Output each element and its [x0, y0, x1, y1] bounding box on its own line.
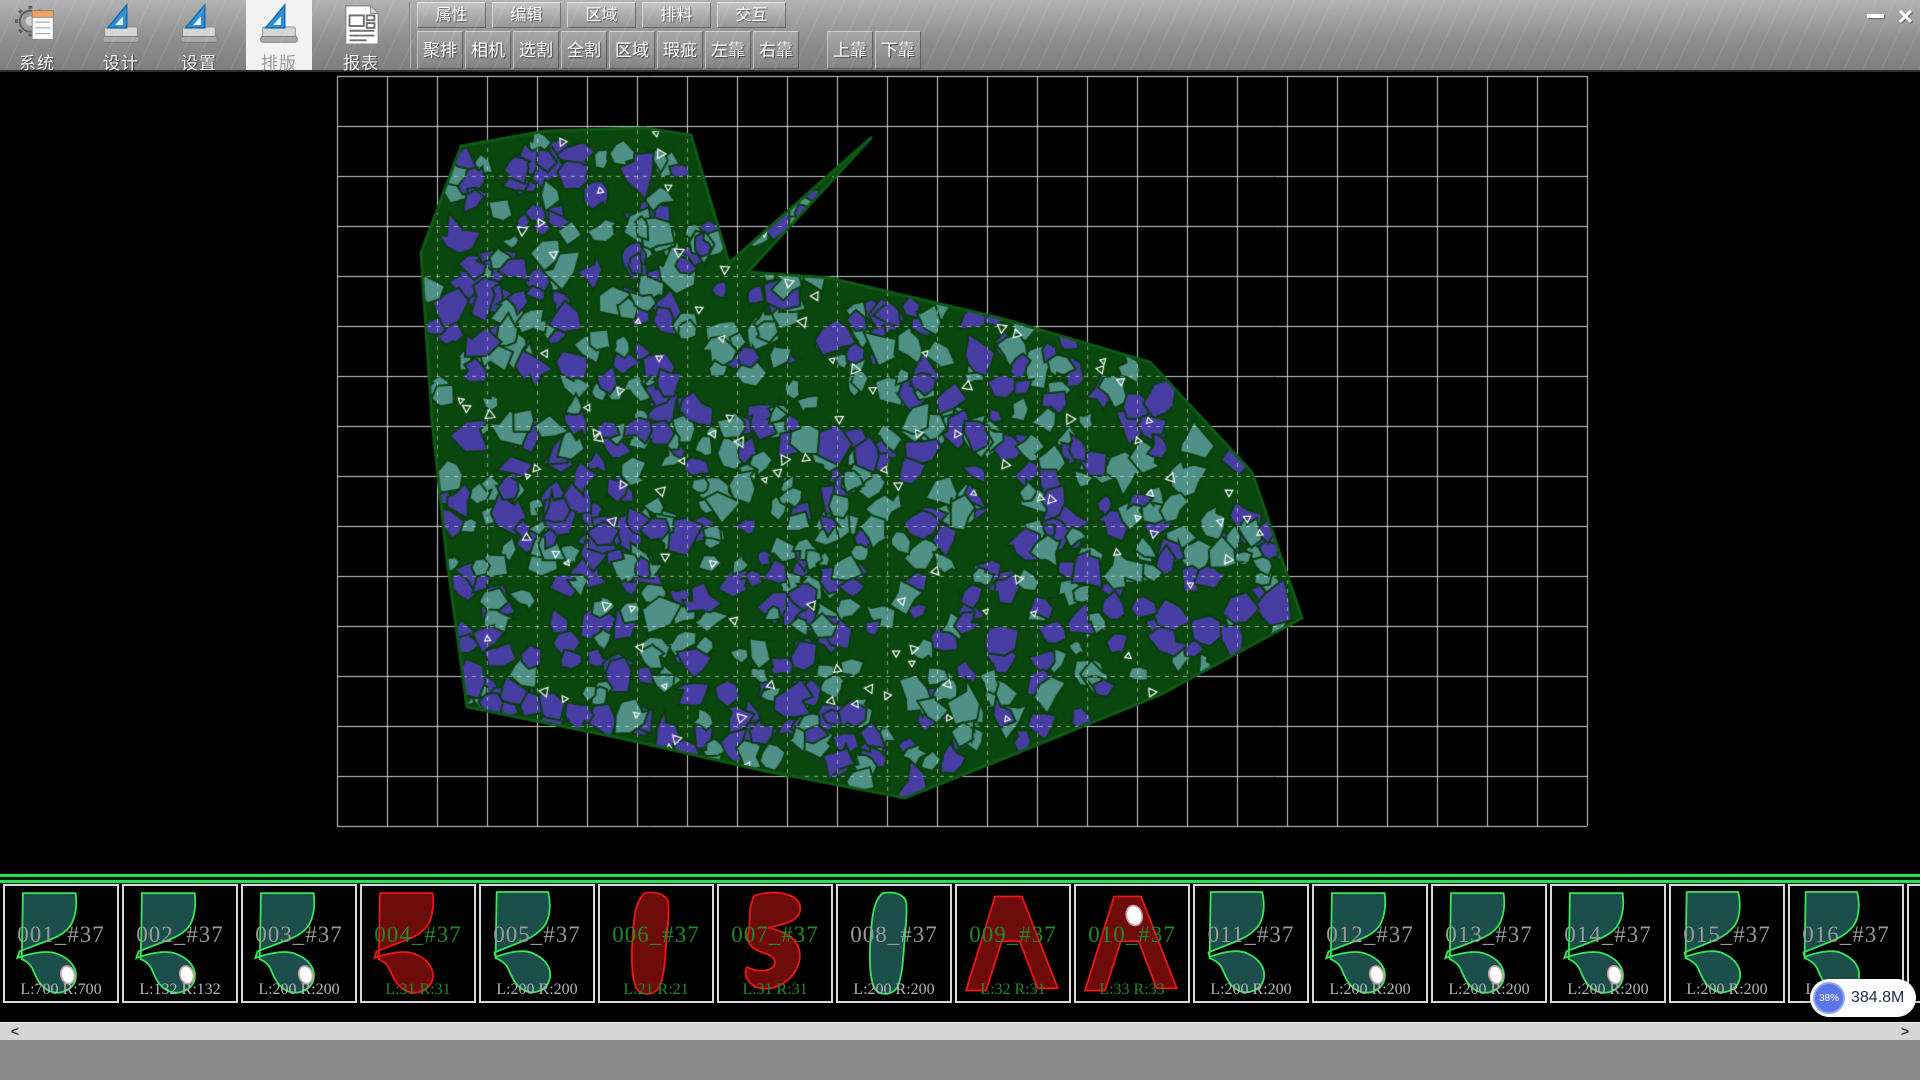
part-id: 010_#37: [1076, 922, 1188, 948]
scroll-left-arrow[interactable]: <: [0, 1023, 30, 1041]
part-id: 011_#37: [1195, 922, 1307, 948]
part-id: 013_#37: [1433, 922, 1545, 948]
tab-3[interactable]: 区域: [567, 2, 636, 28]
action-button-4[interactable]: 全割: [561, 31, 607, 69]
part-lr-count: L:200 R:200: [1552, 981, 1664, 999]
part-thumbnail-3[interactable]: 003_#37 L:200 R:200: [241, 884, 357, 1003]
part-thumbnail-14[interactable]: 014_#37 L:200 R:200: [1550, 884, 1666, 1003]
memory-value: 384.8M: [1851, 989, 1904, 1007]
menu-tabs: 属性编辑区域排料交互: [417, 2, 792, 28]
action-buttons: 聚排相机选割全割区域瑕疵左靠右靠上靠下靠: [417, 31, 923, 69]
part-id: 017_#37: [1909, 922, 1920, 948]
nesting-canvas[interactable]: [0, 72, 1920, 873]
app-button-1[interactable]: 系统: [4, 0, 70, 70]
scroll-right-arrow[interactable]: >: [1890, 1023, 1920, 1041]
part-lr-count: L:200 R:200: [1433, 981, 1545, 999]
tab-4[interactable]: 排料: [642, 2, 711, 28]
part-thumbnail-1[interactable]: 001_#37 L:700 R:700: [3, 884, 119, 1003]
part-lr-count: L:200 R:200: [1195, 981, 1307, 999]
minimize-button[interactable]: [1862, 3, 1889, 28]
tab-1[interactable]: 属性: [417, 2, 486, 28]
design-icon: [98, 2, 144, 48]
memory-badge: 38% 384.8M: [1810, 979, 1916, 1017]
part-id: 014_#37: [1552, 922, 1664, 948]
part-id: 004_#37: [362, 922, 474, 948]
app-button-4[interactable]: 排版: [246, 0, 312, 70]
action-button-5[interactable]: 区域: [609, 31, 655, 69]
part-thumbnail-8[interactable]: 008_#37 L:200 R:200: [836, 884, 952, 1003]
part-lr-count: L:33 R:33: [1076, 981, 1188, 999]
minimize-icon: [1867, 14, 1884, 18]
part-thumbnail-10[interactable]: 010_#37 L:33 R:33: [1074, 884, 1190, 1003]
action-button-7[interactable]: 左靠: [705, 31, 751, 69]
part-id: 009_#37: [957, 922, 1069, 948]
part-thumbnail-11[interactable]: 011_#37 L:200 R:200: [1193, 884, 1309, 1003]
part-thumbnail-15[interactable]: 015_#37 L:200 R:200: [1669, 884, 1785, 1003]
app-label: 排版: [246, 49, 312, 74]
app-label: 设计: [88, 49, 154, 74]
toolbar-divider: [409, 2, 411, 68]
part-id: 012_#37: [1314, 922, 1426, 948]
app-label: 报表: [328, 49, 394, 74]
app-button-5[interactable]: 报表: [328, 0, 394, 70]
part-lr-count: L:200 R:200: [481, 981, 593, 999]
app-button-3[interactable]: 设置: [166, 0, 232, 70]
status-bar: [0, 1040, 1920, 1080]
tab-2[interactable]: 编辑: [492, 2, 561, 28]
part-lr-count: L:200 R:200: [243, 981, 355, 999]
part-thumbnail-2[interactable]: 002_#37 L:132 R:132: [122, 884, 238, 1003]
part-id: 007_#37: [719, 922, 831, 948]
part-lr-count: L:700 R:700: [5, 981, 117, 999]
action-button-2[interactable]: 相机: [465, 31, 511, 69]
close-button[interactable]: ×: [1892, 3, 1919, 28]
part-thumbnail-13[interactable]: 013_#37 L:200 R:200: [1431, 884, 1547, 1003]
layout-icon: [256, 2, 302, 48]
part-id: 016_#37: [1790, 922, 1902, 948]
part-id: 002_#37: [124, 922, 236, 948]
app-label: 设置: [166, 49, 232, 74]
part-lr-count: L:32 R:31: [957, 981, 1069, 999]
part-lr-count: L:31 R:31: [362, 981, 474, 999]
nesting-canvas-area[interactable]: [0, 72, 1920, 873]
part-id: 008_#37: [838, 922, 950, 948]
strip-separator: [0, 873, 1920, 884]
progress-percent: 38%: [1819, 993, 1839, 1004]
part-thumbnail-5[interactable]: 005_#37 L:200 R:200: [479, 884, 595, 1003]
app-button-2[interactable]: 设计: [88, 0, 154, 70]
action-button-10[interactable]: 下靠: [875, 31, 921, 69]
part-thumbnail-6[interactable]: 006_#37 L:21 R:21: [598, 884, 714, 1003]
part-id: 003_#37: [243, 922, 355, 948]
part-thumbnail-7[interactable]: 007_#37 L:31 R:31: [717, 884, 833, 1003]
progress-circle: 38%: [1813, 982, 1845, 1014]
part-thumbnail-12[interactable]: 012_#37 L:200 R:200: [1312, 884, 1428, 1003]
part-lr-count: L:21 R:21: [600, 981, 712, 999]
action-button-8[interactable]: 右靠: [753, 31, 799, 69]
close-icon: ×: [1898, 6, 1913, 26]
horizontal-scrollbar[interactable]: < >: [0, 1022, 1920, 1040]
toolbar: 系统设计设置排版报表 属性编辑区域排料交互 聚排相机选割全割区域瑕疵左靠右靠上靠…: [0, 0, 1920, 72]
part-id: 015_#37: [1671, 922, 1783, 948]
part-lr-count: L:200 R:200: [838, 981, 950, 999]
part-lr-count: L:200 R:200: [1314, 981, 1426, 999]
tab-5[interactable]: 交互: [717, 2, 786, 28]
action-button-9[interactable]: 上靠: [827, 31, 873, 69]
part-lr-count: L:132 R:132: [124, 981, 236, 999]
parts-thumbnail-strip: 001_#37 L:700 R:700 002_#37 L:132 R:132 003_…: [0, 884, 1920, 1003]
part-lr-count: L:200 R:200: [1671, 981, 1783, 999]
part-id: 005_#37: [481, 922, 593, 948]
app-label: 系统: [4, 49, 70, 74]
report-icon: [338, 2, 384, 48]
settings-icon: [176, 2, 222, 48]
action-button-6[interactable]: 瑕疵: [657, 31, 703, 69]
part-id: 006_#37: [600, 922, 712, 948]
part-id: 001_#37: [5, 922, 117, 948]
part-lr-count: L:31 R:31: [719, 981, 831, 999]
action-button-3[interactable]: 选割: [513, 31, 559, 69]
action-button-1[interactable]: 聚排: [417, 31, 463, 69]
part-thumbnail-9[interactable]: 009_#37 L:32 R:31: [955, 884, 1071, 1003]
part-thumbnail-4[interactable]: 004_#37 L:31 R:31: [360, 884, 476, 1003]
system-icon: [14, 2, 60, 48]
